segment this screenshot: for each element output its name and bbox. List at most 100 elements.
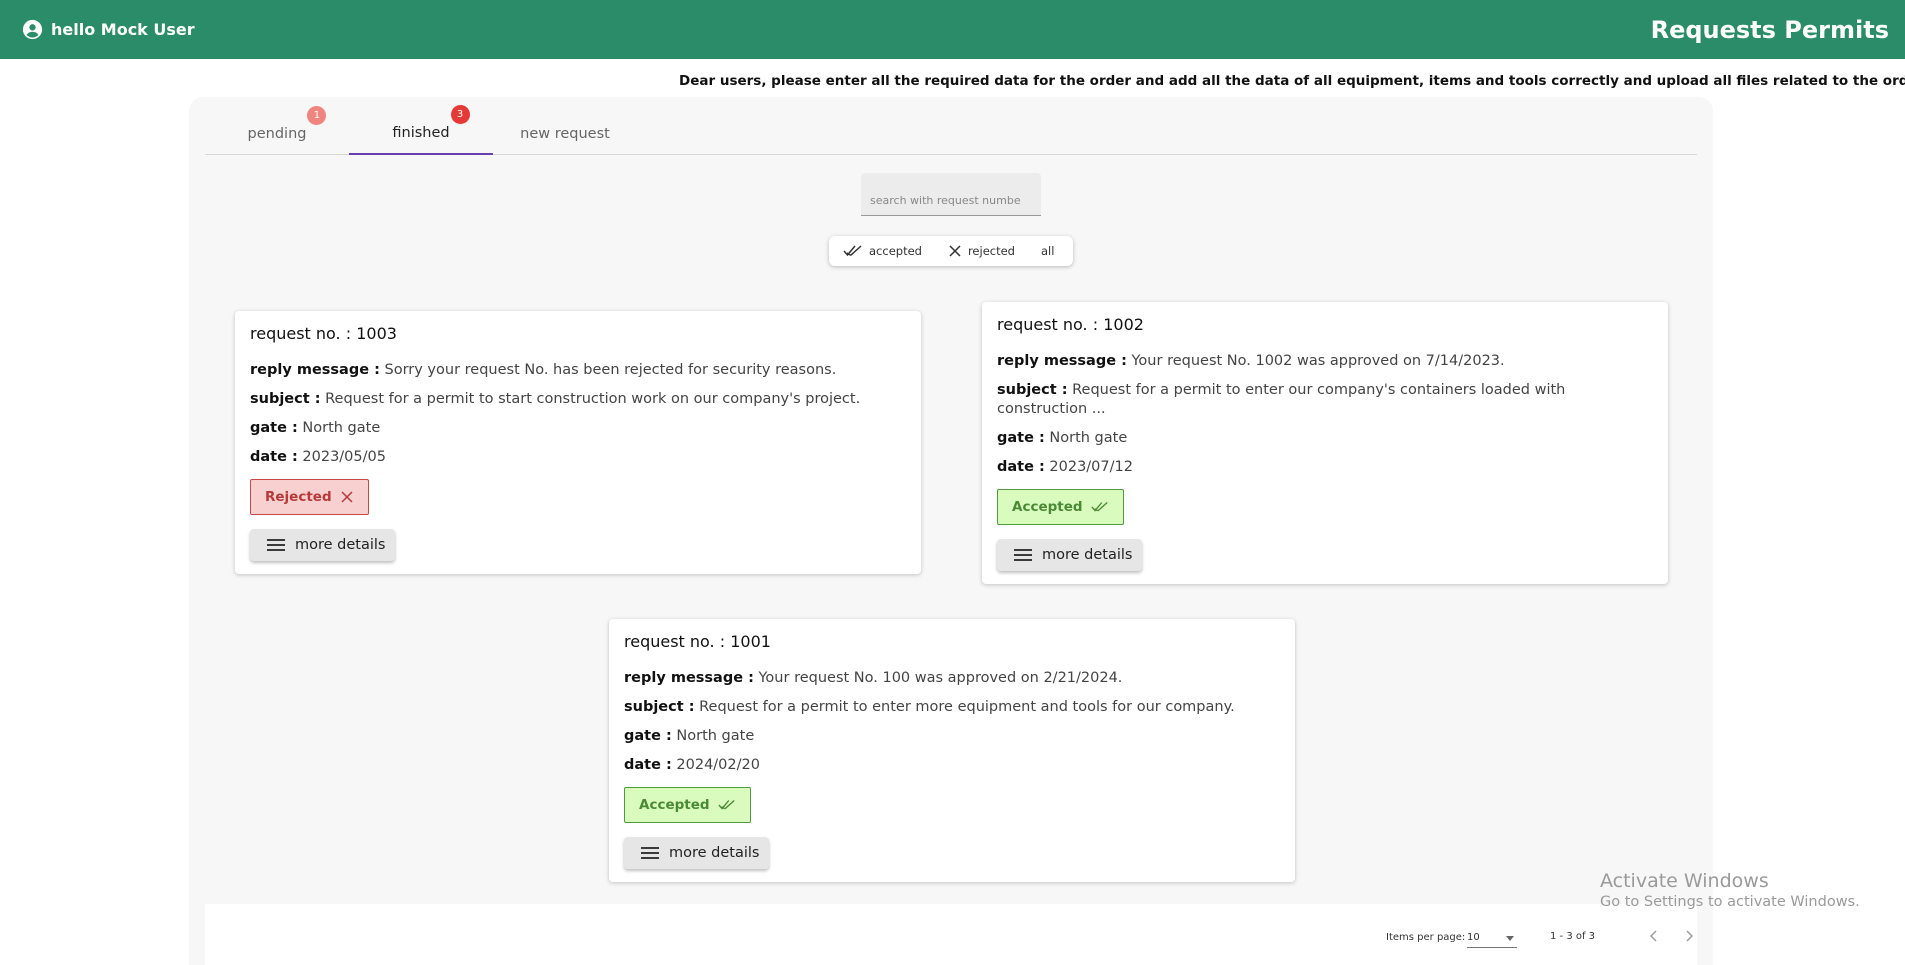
app-header: hello Mock User Requests Permits xyxy=(0,0,1905,59)
menu-icon xyxy=(267,539,285,551)
page-title: Requests Permits xyxy=(1650,15,1889,44)
gate-value: North gate xyxy=(302,420,381,436)
filter-accepted[interactable]: accepted xyxy=(843,244,922,258)
request-card: request no. : 1001 reply message : Your … xyxy=(609,619,1295,882)
request-number: request no. : 1001 xyxy=(624,632,1280,651)
subject-row: subject : Request for a permit to enter … xyxy=(624,698,1280,717)
reply-message-label: reply message : xyxy=(250,362,380,378)
date-row: date : 2023/07/12 xyxy=(997,458,1653,477)
double-check-icon xyxy=(717,799,735,810)
tab-finished-label: finished 3 xyxy=(392,105,470,141)
tab-bar: pending 1 finished 3 new request xyxy=(205,97,1697,155)
reply-message-value: Your request No. 1002 was approved on 7/… xyxy=(1131,353,1505,369)
reply-message-row: reply message : Your request No. 100 was… xyxy=(624,669,1280,688)
reply-message-label: reply message : xyxy=(997,353,1127,369)
subject-label: subject : xyxy=(624,699,695,715)
account-circle-icon xyxy=(22,19,43,40)
status-badge-accepted: Accepted xyxy=(997,489,1124,525)
more-details-button[interactable]: more details xyxy=(997,539,1142,571)
gate-row: gate : North gate xyxy=(250,419,906,438)
date-value: 2024/02/20 xyxy=(676,757,760,773)
items-per-page-value: 10 xyxy=(1467,932,1480,943)
request-number: request no. : 1003 xyxy=(250,324,906,343)
reply-message-label: reply message : xyxy=(624,670,754,686)
subject-row: subject : Request for a permit to enter … xyxy=(997,381,1653,419)
page-range-label: 1 - 3 of 3 xyxy=(1550,931,1596,942)
close-icon xyxy=(949,245,961,257)
more-details-label: more details xyxy=(669,845,760,861)
user-greeting[interactable]: hello Mock User xyxy=(22,19,195,40)
main-panel: pending 1 finished 3 new request accepte… xyxy=(189,97,1713,965)
more-details-button[interactable]: more details xyxy=(250,529,395,561)
filter-rejected[interactable]: rejected xyxy=(948,244,1015,258)
tab-finished[interactable]: finished 3 xyxy=(349,97,493,155)
status-filter-group: accepted rejected all xyxy=(829,236,1073,266)
request-card: request no. : 1003 reply message : Sorry… xyxy=(235,311,921,574)
request-number-value: 1002 xyxy=(1103,315,1144,334)
request-search-input[interactable] xyxy=(861,173,1041,216)
filter-accepted-label: accepted xyxy=(869,244,922,258)
request-card: request no. : 1002 reply message : Your … xyxy=(982,302,1668,584)
gate-label: gate : xyxy=(624,728,672,744)
greeting-text: hello Mock User xyxy=(51,20,195,39)
paginator: Items per page: 10 1 - 3 of 3 xyxy=(205,904,1697,965)
status-badge-rejected: Rejected xyxy=(250,479,369,515)
filter-all-label: all xyxy=(1040,244,1055,258)
subject-value: Request for a permit to enter our compan… xyxy=(997,382,1566,417)
previous-page-button[interactable] xyxy=(1640,922,1668,950)
items-per-page-select[interactable]: 10 xyxy=(1467,928,1517,948)
date-row: date : 2024/02/20 xyxy=(624,756,1280,775)
request-number-label: request no. : xyxy=(997,315,1099,334)
status-text: Accepted xyxy=(1012,499,1083,515)
gate-row: gate : North gate xyxy=(997,429,1653,448)
items-per-page-label: Items per page: xyxy=(1386,932,1466,943)
activate-windows-watermark: Activate Windows Go to Settings to activ… xyxy=(1600,870,1860,910)
status-badge-accepted: Accepted xyxy=(624,787,751,823)
gate-row: gate : North gate xyxy=(624,727,1280,746)
next-page-button[interactable] xyxy=(1675,922,1703,950)
watermark-subtitle: Go to Settings to activate Windows. xyxy=(1600,894,1860,910)
more-details-button[interactable]: more details xyxy=(624,837,769,869)
double-check-icon xyxy=(843,245,862,257)
gate-value: North gate xyxy=(1049,430,1128,446)
date-label: date : xyxy=(624,757,672,773)
date-label: date : xyxy=(250,449,298,465)
subject-label: subject : xyxy=(997,382,1068,398)
filter-all[interactable]: all xyxy=(1041,244,1054,258)
reply-message-row: reply message : Your request No. 1002 wa… xyxy=(997,352,1653,371)
double-check-icon xyxy=(1090,501,1108,512)
more-details-label: more details xyxy=(1042,547,1133,563)
request-number-label: request no. : xyxy=(624,632,726,651)
reply-message-value: Sorry your request No. has been rejected… xyxy=(384,362,837,378)
tab-finished-text: finished xyxy=(392,125,450,141)
filter-rejected-label: rejected xyxy=(967,244,1015,258)
reply-message-value: Your request No. 100 was approved on 2/2… xyxy=(758,670,1123,686)
dropdown-caret-icon xyxy=(1506,936,1514,941)
finished-count-badge: 3 xyxy=(450,105,470,124)
chevron-left-icon xyxy=(1649,930,1657,942)
chevron-right-icon xyxy=(1686,930,1694,942)
gate-label: gate : xyxy=(250,420,298,436)
date-row: date : 2023/05/05 xyxy=(250,448,906,467)
request-number-label: request no. : xyxy=(250,324,352,343)
status-text: Accepted xyxy=(639,797,710,813)
tab-new-request[interactable]: new request xyxy=(493,97,637,155)
more-details-label: more details xyxy=(295,537,386,553)
tab-new-request-text: new request xyxy=(520,126,610,142)
date-label: date : xyxy=(997,459,1045,475)
tab-pending[interactable]: pending 1 xyxy=(205,97,349,155)
request-number-value: 1001 xyxy=(730,632,771,651)
status-text: Rejected xyxy=(265,489,332,505)
subject-value: Request for a permit to enter more equip… xyxy=(699,699,1235,715)
tab-pending-label: pending 1 xyxy=(247,106,327,142)
tab-pending-text: pending xyxy=(247,126,307,142)
menu-icon xyxy=(641,847,659,859)
pending-count-badge: 1 xyxy=(307,106,327,125)
gate-value: North gate xyxy=(676,728,755,744)
gate-label: gate : xyxy=(997,430,1045,446)
request-number: request no. : 1002 xyxy=(997,315,1653,334)
menu-icon xyxy=(1014,549,1032,561)
watermark-title: Activate Windows xyxy=(1600,870,1769,892)
subject-row: subject : Request for a permit to start … xyxy=(250,390,906,409)
subject-value: Request for a permit to start constructi… xyxy=(325,391,861,407)
